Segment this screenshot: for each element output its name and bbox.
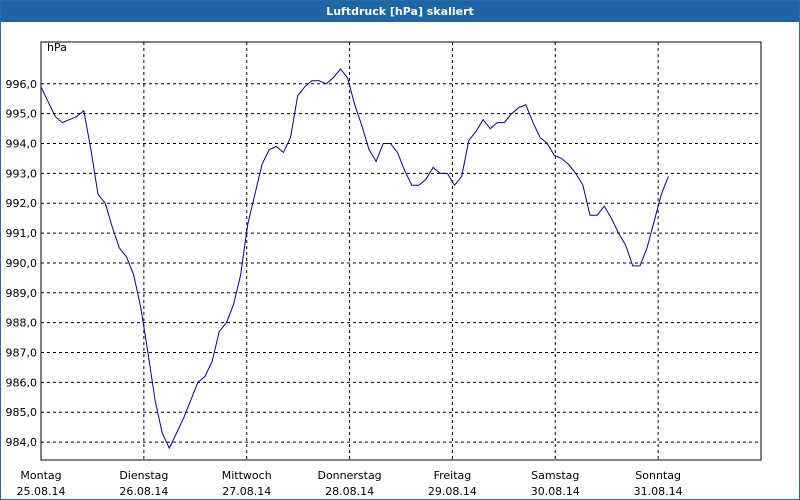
x-tick-date: 29.08.14 bbox=[428, 485, 477, 498]
y-tick-label: 992,0 bbox=[6, 197, 38, 210]
x-tick-date: 26.08.14 bbox=[119, 485, 168, 498]
plot-area bbox=[40, 41, 762, 461]
x-tick-day: Mittwoch bbox=[222, 469, 272, 482]
x-tick-day: Freitag bbox=[434, 469, 472, 482]
x-tick-day: Montag bbox=[20, 469, 61, 482]
y-tick-label: 995,0 bbox=[6, 108, 38, 121]
y-tick-label: 993,0 bbox=[6, 167, 38, 180]
y-axis-label: hPa bbox=[47, 41, 67, 54]
x-tick-day: Sonntag bbox=[635, 469, 681, 482]
y-tick-label: 996,0 bbox=[6, 78, 38, 91]
x-axis-ticks: Montag 25.08.14 Dienstag 26.08.14 Mittwoch 27… bbox=[17, 469, 683, 498]
x-tick-day: Dienstag bbox=[119, 469, 168, 482]
x-tick-date: 27.08.14 bbox=[222, 485, 271, 498]
y-tick-label: 987,0 bbox=[6, 347, 38, 360]
y-tick-label: 984,0 bbox=[6, 436, 38, 449]
x-tick-day: Samstag bbox=[531, 469, 579, 482]
y-tick-label: 991,0 bbox=[6, 227, 38, 240]
x-tick-day: Donnerstag bbox=[317, 469, 381, 482]
x-tick-date: 30.08.14 bbox=[531, 485, 580, 498]
y-tick-label: 988,0 bbox=[6, 317, 38, 330]
line-chart: 996,0 995,0 994,0 993,0 992,0 991,0 990,0 989,0… bbox=[6, 41, 762, 498]
y-tick-label: 989,0 bbox=[6, 287, 38, 300]
y-tick-label: 986,0 bbox=[6, 376, 38, 389]
x-tick-date: 31.08.14 bbox=[634, 485, 683, 498]
y-tick-label: 990,0 bbox=[6, 257, 38, 270]
chart-window: Luftdruck [hPa] skaliert 996,0 995,0 994,0… bbox=[0, 0, 800, 500]
y-tick-label: 994,0 bbox=[6, 138, 38, 151]
x-tick-date: 25.08.14 bbox=[17, 485, 66, 498]
y-tick-label: 985,0 bbox=[6, 406, 38, 419]
x-tick-date: 28.08.14 bbox=[325, 485, 374, 498]
y-axis-ticks: 996,0 995,0 994,0 993,0 992,0 991,0 990,0 989,0… bbox=[6, 78, 38, 449]
